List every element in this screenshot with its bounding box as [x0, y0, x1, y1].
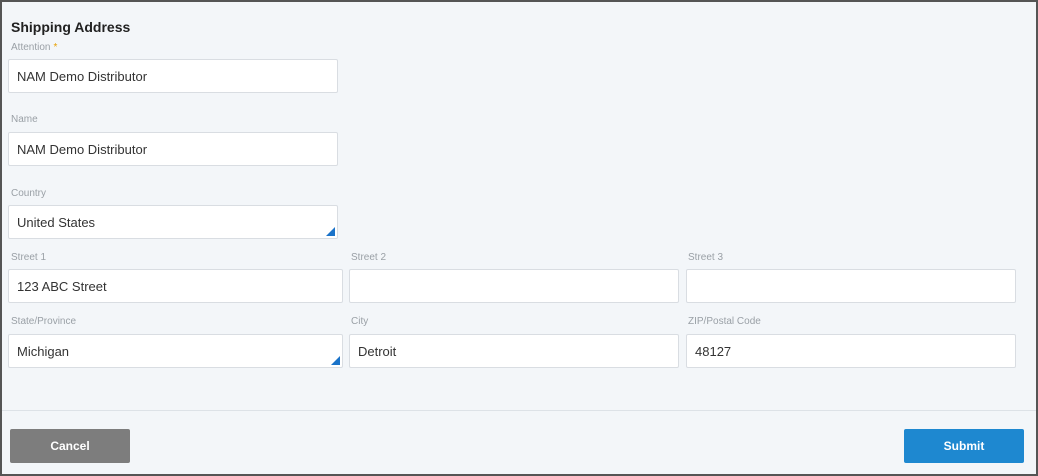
submit-button[interactable]: Submit [904, 429, 1024, 463]
required-marker: * [53, 42, 58, 53]
state-select[interactable]: Michigan [8, 334, 343, 368]
name-label: Name [11, 114, 38, 125]
name-value: NAM Demo Distributor [17, 141, 148, 157]
street1-input[interactable]: 123 ABC Street [8, 269, 343, 303]
attention-label-text: Attention [11, 42, 51, 53]
street3-label: Street 3 [688, 252, 724, 263]
country-label: Country [11, 188, 47, 199]
street2-label: Street 2 [351, 252, 387, 263]
attention-input[interactable]: NAM Demo Distributor [8, 59, 338, 93]
country-select[interactable]: United States [8, 205, 338, 239]
zip-label: ZIP/Postal Code [688, 316, 761, 327]
form-body: Shipping Address Attention * NAM Demo Dis… [2, 2, 1036, 410]
city-value: Detroit [358, 343, 397, 359]
attention-value: NAM Demo Distributor [17, 68, 148, 84]
city-label: City [351, 316, 369, 327]
street3-input[interactable] [686, 269, 1016, 303]
form-footer: Cancel Submit [2, 411, 1036, 474]
shipping-address-dialog: Shipping Address Attention * NAM Demo Dis… [0, 0, 1038, 476]
state-label: State/Province [11, 316, 77, 327]
street1-value: 123 ABC Street [17, 278, 107, 294]
cancel-button[interactable]: Cancel [10, 429, 130, 463]
form-title: Shipping Address [11, 19, 131, 35]
attention-label: Attention * [11, 42, 57, 53]
state-value: Michigan [17, 343, 70, 359]
name-input[interactable]: NAM Demo Distributor [8, 132, 338, 166]
dropdown-corner-icon [326, 227, 335, 236]
country-value: United States [17, 214, 96, 230]
street2-input[interactable] [349, 269, 679, 303]
street1-label: Street 1 [11, 252, 47, 263]
zip-value: 48127 [695, 343, 732, 359]
dropdown-corner-icon [331, 356, 340, 365]
zip-input[interactable]: 48127 [686, 334, 1016, 368]
city-input[interactable]: Detroit [349, 334, 679, 368]
